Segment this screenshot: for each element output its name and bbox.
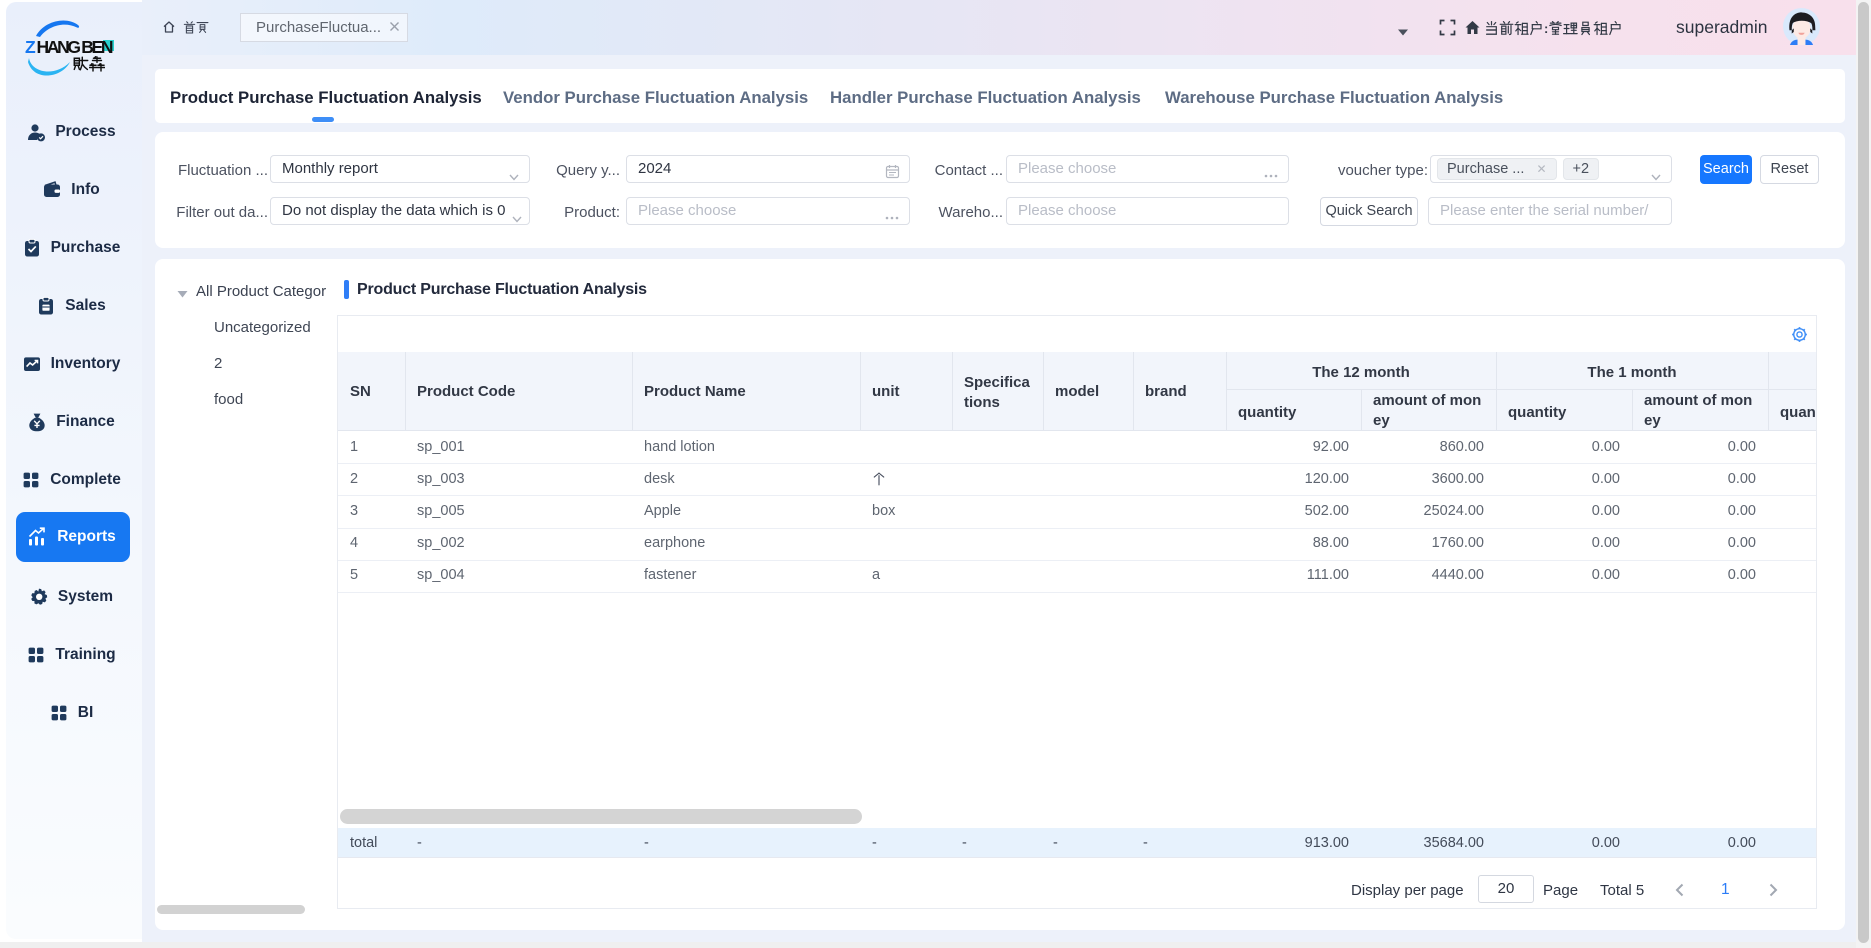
- svg-text:Z: Z: [25, 37, 36, 57]
- svg-text:HANG BEN: HANG BEN: [37, 37, 114, 57]
